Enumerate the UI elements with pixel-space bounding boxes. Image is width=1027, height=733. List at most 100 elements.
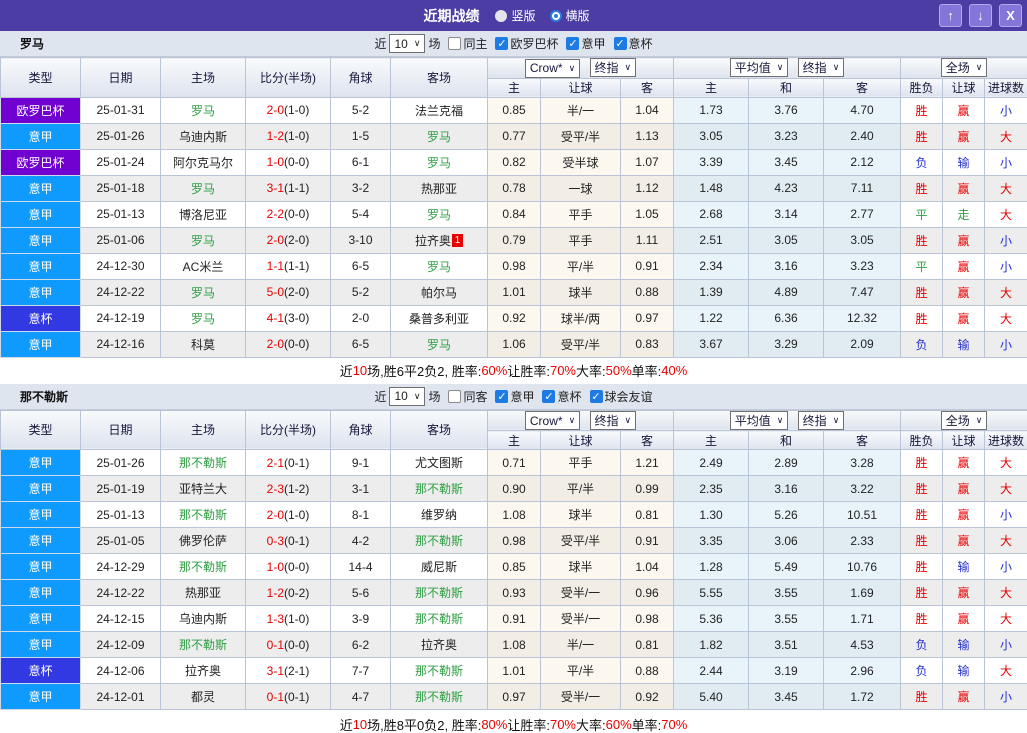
away-team-name: 罗马 bbox=[427, 130, 451, 144]
away-team: 拉齐奥 bbox=[391, 632, 488, 658]
filter-label: 意甲 bbox=[510, 388, 534, 405]
odds-home: 1.08 bbox=[488, 632, 541, 658]
results-table: 类型 日期 主场 比分(半场) 角球 客场 Crow*∨ 终指∨ 平均值∨ 终指… bbox=[0, 410, 1027, 711]
result-goals: 大 bbox=[985, 450, 1027, 476]
final-odds-select[interactable]: 终指∨ bbox=[590, 411, 637, 430]
match-score: 1-0(0-0) bbox=[246, 149, 331, 175]
match-score: 3-1(1-1) bbox=[246, 175, 331, 201]
odds-home: 0.98 bbox=[488, 253, 541, 279]
summary-segment: 大率: bbox=[576, 361, 606, 380]
home-team-name: 罗马 bbox=[191, 182, 215, 196]
halftime-score: (1-0) bbox=[284, 129, 309, 143]
odds-handicap: 球半/两 bbox=[541, 305, 621, 331]
corner-score: 5-4 bbox=[331, 201, 391, 227]
bookmaker-select[interactable]: Crow*∨ bbox=[525, 59, 580, 78]
avg-home: 2.35 bbox=[674, 476, 749, 502]
radio-vertical-layout[interactable]: 竖版 bbox=[495, 7, 535, 24]
halftime-score: (0-2) bbox=[284, 586, 309, 600]
team-summary: 近10场,胜6平2负2, 胜率:60% 让胜率:70% 大率:50% 单率:40… bbox=[0, 358, 1027, 384]
col-header-away: 客场 bbox=[391, 410, 488, 450]
corner-score: 5-2 bbox=[331, 279, 391, 305]
subcol-odds-handicap: 让球 bbox=[541, 78, 621, 97]
average-select[interactable]: 平均值∨ bbox=[730, 58, 789, 77]
titlebar-buttons: ↑ ↓ X bbox=[932, 4, 1022, 27]
move-down-button[interactable]: ↓ bbox=[969, 4, 992, 27]
corner-score: 5-6 bbox=[331, 580, 391, 606]
filter-checkbox-意甲[interactable]: ✓ bbox=[566, 37, 579, 50]
match-type-cell: 欧罗巴杯 bbox=[1, 97, 81, 123]
corner-score: 7-7 bbox=[331, 658, 391, 684]
avg-draw: 3.55 bbox=[749, 580, 824, 606]
home-team-name: 科莫 bbox=[191, 338, 215, 352]
subcol-avg-draw: 和 bbox=[749, 78, 824, 97]
filter-checkbox-同主[interactable] bbox=[448, 37, 461, 50]
match-row: 欧罗巴杯25-01-24阿尔克马尔1-0(0-0)6-1罗马0.82受半球1.0… bbox=[1, 149, 1027, 175]
col-header-corner: 角球 bbox=[331, 410, 391, 450]
fulltime-select[interactable]: 全场∨ bbox=[941, 58, 988, 77]
close-button[interactable]: X bbox=[999, 4, 1022, 27]
match-score: 2-2(0-0) bbox=[246, 201, 331, 227]
match-row: 欧罗巴杯25-01-31罗马2-0(1-0)5-2法兰克福0.85半/一1.04… bbox=[1, 97, 1027, 123]
result-goals: 大 bbox=[985, 279, 1027, 305]
summary-segment: 60% bbox=[481, 363, 507, 378]
avg-draw: 3.45 bbox=[749, 149, 824, 175]
away-team-name: 尤文图斯 bbox=[415, 456, 463, 470]
summary-segment: 场,胜6平2负2, 胜率: bbox=[367, 361, 481, 380]
subcol-result-outcome: 胜负 bbox=[901, 431, 943, 450]
avg-away: 12.32 bbox=[824, 305, 901, 331]
result-outcome: 胜 bbox=[901, 123, 943, 149]
match-type-cell: 意甲 bbox=[1, 227, 81, 253]
summary-segment: 60% bbox=[606, 717, 632, 732]
odds-away: 0.88 bbox=[621, 279, 674, 305]
filter-checkbox-意甲[interactable]: ✓ bbox=[495, 390, 508, 403]
team-name: 那不勒斯 bbox=[20, 388, 68, 405]
average-select[interactable]: 平均值∨ bbox=[730, 411, 789, 430]
home-team: 罗马 bbox=[161, 227, 246, 253]
corner-score: 6-1 bbox=[331, 149, 391, 175]
halftime-score: (2-0) bbox=[284, 285, 309, 299]
fulltime-score: 2-1 bbox=[267, 456, 284, 470]
match-score: 1-3(1-0) bbox=[246, 606, 331, 632]
col-header-score: 比分(半场) bbox=[246, 410, 331, 450]
summary-segment: 场,胜8平0负2, 胜率: bbox=[367, 715, 481, 733]
final-odds-select[interactable]: 终指∨ bbox=[590, 58, 637, 77]
final-average-select[interactable]: 终指∨ bbox=[798, 411, 845, 430]
home-team: 热那亚 bbox=[161, 580, 246, 606]
home-team: 都灵 bbox=[161, 684, 246, 710]
filter-checkbox-欧罗巴杯[interactable]: ✓ bbox=[495, 37, 508, 50]
odds-home: 0.92 bbox=[488, 305, 541, 331]
fulltime-select[interactable]: 全场∨ bbox=[941, 411, 988, 430]
avg-home: 2.34 bbox=[674, 253, 749, 279]
final-average-select[interactable]: 终指∨ bbox=[798, 58, 845, 77]
summary-segment: 70% bbox=[661, 717, 687, 732]
bookmaker-select[interactable]: Crow*∨ bbox=[525, 411, 580, 430]
filter-label: 意杯 bbox=[557, 388, 581, 405]
filter-checkbox-同客[interactable] bbox=[448, 390, 461, 403]
filter-checkbox-意杯[interactable]: ✓ bbox=[614, 37, 627, 50]
subcol-avg-home: 主 bbox=[674, 78, 749, 97]
result-goals: 小 bbox=[985, 253, 1027, 279]
filter-checkbox-球会友谊[interactable]: ✓ bbox=[590, 390, 603, 403]
summary-segment: 70% bbox=[550, 717, 576, 732]
match-row: 意甲24-12-16科莫2-0(0-0)6-5罗马1.06受平/半0.833.6… bbox=[1, 331, 1027, 357]
halftime-score: (0-1) bbox=[284, 456, 309, 470]
match-date: 24-12-01 bbox=[81, 684, 161, 710]
odds-home: 0.77 bbox=[488, 123, 541, 149]
chevron-down-icon: ∨ bbox=[625, 63, 632, 72]
match-count-select[interactable]: 10∨ bbox=[389, 34, 425, 53]
radio-horizontal-layout[interactable]: 横版 bbox=[550, 7, 590, 24]
corner-score: 3-9 bbox=[331, 606, 391, 632]
match-score: 2-3(1-2) bbox=[246, 476, 331, 502]
chevron-down-icon: ∨ bbox=[976, 416, 983, 425]
match-date: 25-01-18 bbox=[81, 175, 161, 201]
home-team: 博洛尼亚 bbox=[161, 201, 246, 227]
odds-handicap: 球半 bbox=[541, 554, 621, 580]
away-team: 罗马 bbox=[391, 149, 488, 175]
subcol-odds-handicap: 让球 bbox=[541, 431, 621, 450]
filter-checkbox-意杯[interactable]: ✓ bbox=[542, 390, 555, 403]
fulltime-score: 1-2 bbox=[267, 129, 284, 143]
move-up-button[interactable]: ↑ bbox=[939, 4, 962, 27]
result-outcome: 胜 bbox=[901, 97, 943, 123]
close-icon: X bbox=[1006, 8, 1015, 23]
match-count-select[interactable]: 10∨ bbox=[389, 387, 425, 406]
